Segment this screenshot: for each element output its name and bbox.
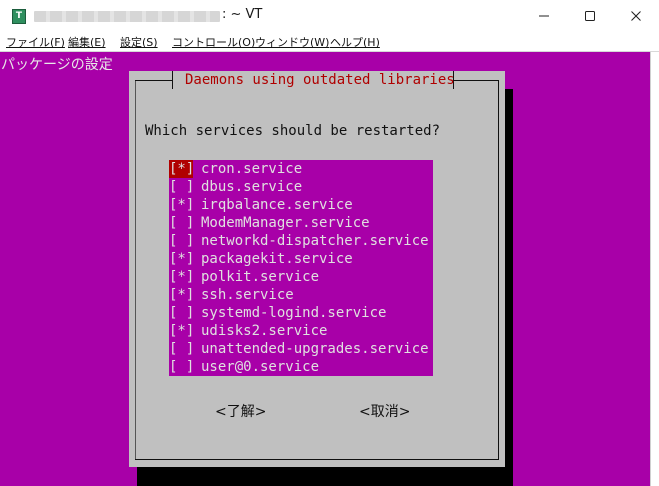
window-right-edge — [650, 52, 659, 486]
redacted-host-title — [34, 11, 220, 22]
service-name: ModemManager.service — [201, 215, 370, 231]
service-checklist[interactable]: [*] cron.service [ ] dbus.service [*] ir… — [169, 160, 433, 376]
terminal-screen[interactable]: パッケージの設定 Daemons using outdated librarie… — [0, 52, 659, 486]
service-item-irqbalance[interactable]: [*] irqbalance.service — [169, 196, 433, 214]
service-checkbox[interactable]: [ ] — [169, 358, 194, 376]
menu-edit[interactable]: 編集(E) — [68, 34, 106, 50]
ok-button[interactable]: <了解> — [215, 401, 266, 421]
service-item-user-at-0[interactable]: [ ] user@0.service — [169, 358, 433, 376]
dialog-question: Which services should be restarted? — [145, 123, 441, 139]
service-item-ssh[interactable]: [*] ssh.service — [169, 286, 433, 304]
service-name: ssh.service — [201, 287, 294, 303]
cancel-button[interactable]: <取消> — [359, 401, 410, 421]
service-name: user@0.service — [201, 359, 320, 375]
service-checkbox[interactable]: [ ] — [169, 214, 194, 232]
service-name: unattended-upgrades.service — [201, 341, 429, 357]
service-item-unattended-upgrades[interactable]: [ ] unattended-upgrades.service — [169, 340, 433, 358]
service-item-udisks2[interactable]: [*] udisks2.service — [169, 322, 433, 340]
close-button[interactable] — [613, 0, 659, 32]
service-checkbox[interactable]: [*] — [169, 286, 194, 304]
service-name: polkit.service — [201, 269, 320, 285]
menu-bar: ファイル(F) 編集(E) 設定(S) コントロール(O) ウィンドウ(W) ヘ… — [0, 32, 659, 51]
service-item-polkit[interactable]: [*] polkit.service — [169, 268, 433, 286]
menu-settings[interactable]: 設定(S) — [120, 34, 158, 50]
scrollbar-track[interactable] — [650, 52, 651, 486]
menu-window[interactable]: ウィンドウ(W) — [255, 34, 329, 50]
service-item-packagekit[interactable]: [*] packagekit.service — [169, 250, 433, 268]
service-name: networkd-dispatcher.service — [201, 233, 429, 249]
service-checkbox[interactable]: [*] — [169, 268, 194, 286]
service-checkbox[interactable]: [ ] — [169, 232, 194, 250]
dialog-border-top-left — [135, 80, 172, 81]
dialog-border-left — [135, 80, 136, 460]
menu-file[interactable]: ファイル(F) — [6, 34, 65, 50]
app-icon[interactable]: T — [12, 9, 26, 24]
maximize-icon — [585, 11, 595, 21]
service-item-modemmanager[interactable]: [ ] ModemManager.service — [169, 214, 433, 232]
service-checkbox[interactable]: [*] — [169, 160, 194, 178]
service-name: packagekit.service — [201, 251, 353, 267]
title-bar[interactable]: T : ~ VT — [0, 0, 659, 32]
service-checkbox[interactable]: [*] — [169, 322, 194, 340]
service-name: cron.service — [201, 161, 303, 177]
window-title: : ~ VT — [222, 7, 263, 22]
service-checkbox[interactable]: [ ] — [169, 304, 194, 322]
menu-control[interactable]: コントロール(O) — [172, 34, 255, 50]
service-name: udisks2.service — [201, 323, 328, 339]
dialog-border-bottom — [135, 459, 499, 460]
dialog-border-right — [498, 80, 499, 460]
service-checkbox[interactable]: [*] — [169, 196, 194, 214]
minimize-button[interactable] — [521, 0, 567, 32]
maximize-button[interactable] — [567, 0, 613, 32]
dialog-title: Daemons using outdated libraries — [185, 72, 455, 88]
close-icon — [631, 11, 641, 21]
terminal-window: T : ~ VT ファイル(F) 編集(E) 設定(S) コントロール(O) ウ… — [0, 0, 659, 486]
service-item-systemd-logind[interactable]: [ ] systemd-logind.service — [169, 304, 433, 322]
backtitle: パッケージの設定 — [1, 57, 113, 73]
service-checkbox[interactable]: [*] — [169, 250, 194, 268]
service-name: systemd-logind.service — [201, 305, 387, 321]
dialog-title-bracket-left — [172, 71, 173, 89]
menu-help[interactable]: ヘルプ(H) — [330, 34, 380, 50]
restart-services-dialog: Daemons using outdated libraries Which s… — [129, 71, 505, 467]
service-name: irqbalance.service — [201, 197, 353, 213]
minimize-icon — [539, 15, 549, 17]
service-checkbox[interactable]: [ ] — [169, 340, 194, 358]
service-item-cron[interactable]: [*] cron.service — [169, 160, 433, 178]
service-checkbox[interactable]: [ ] — [169, 178, 194, 196]
service-item-networkd-dispatcher[interactable]: [ ] networkd-dispatcher.service — [169, 232, 433, 250]
service-name: dbus.service — [201, 179, 303, 195]
service-item-dbus[interactable]: [ ] dbus.service — [169, 178, 433, 196]
dialog-border-top-right — [453, 80, 498, 81]
